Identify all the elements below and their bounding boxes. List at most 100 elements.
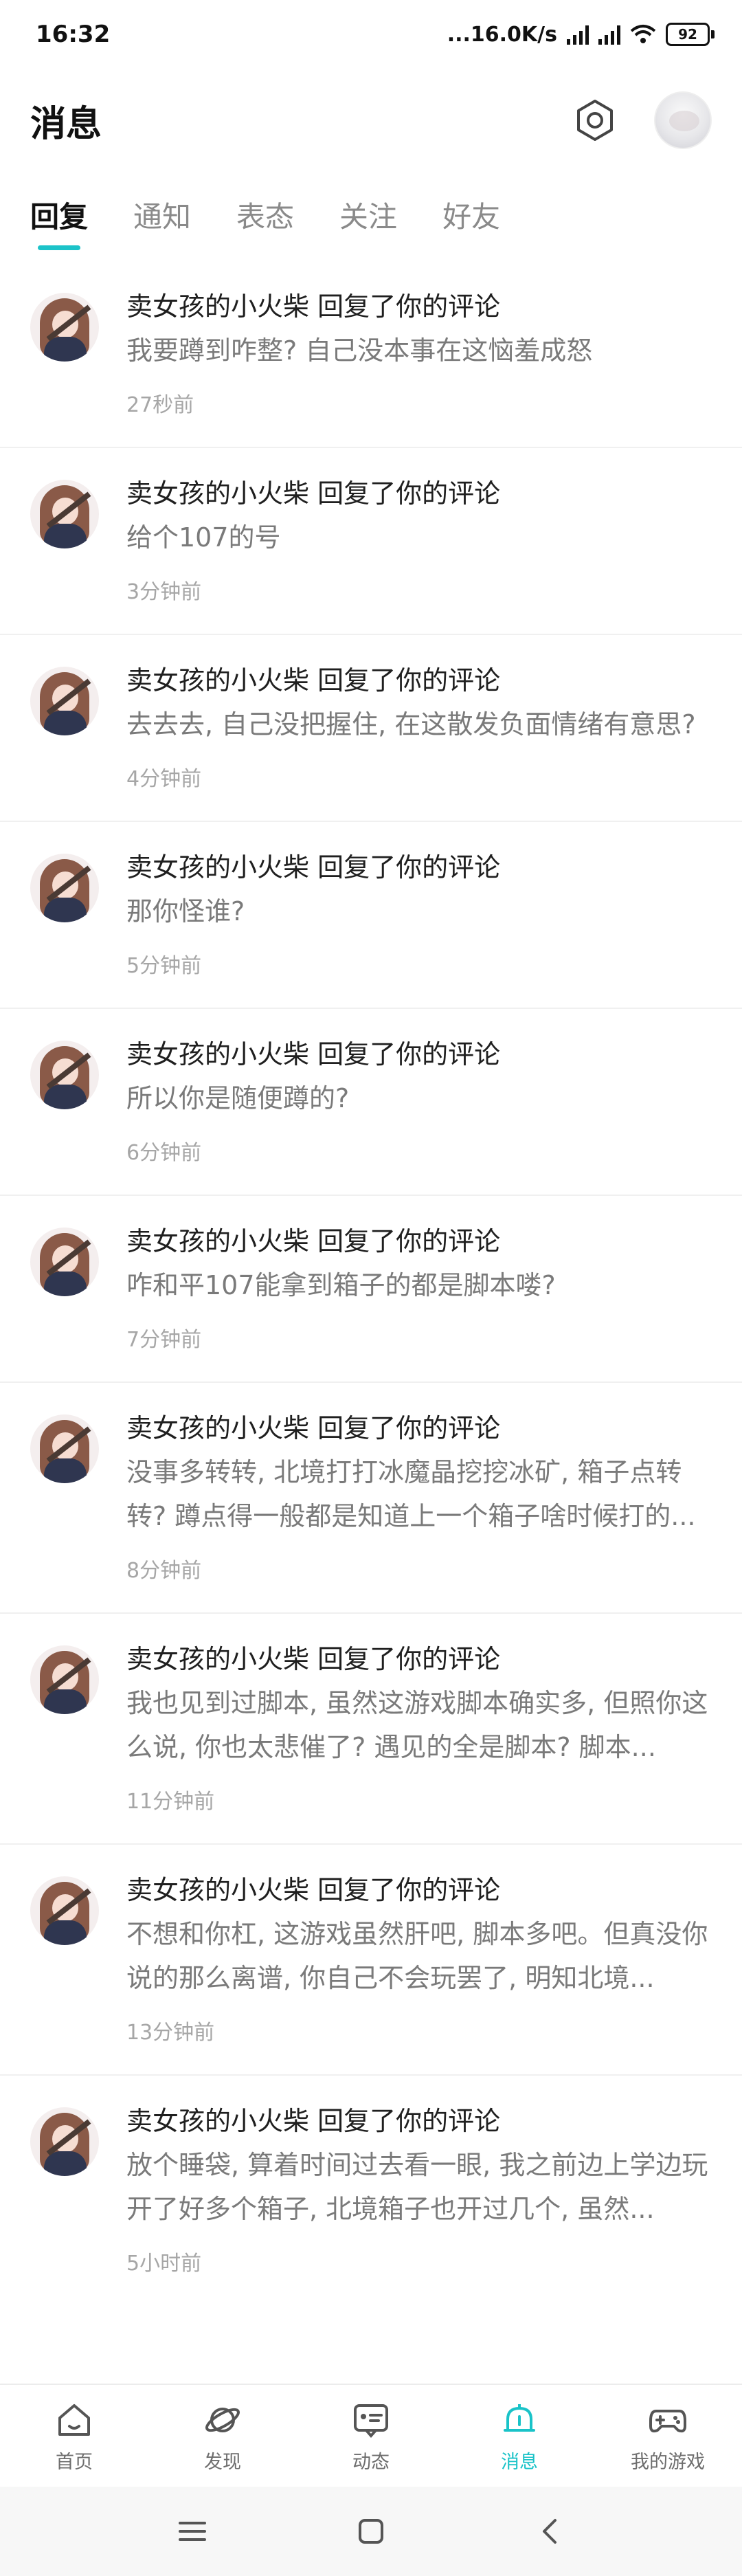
- message-title: 卖女孩的小火柴 回复了你的评论: [126, 1036, 712, 1072]
- list-item[interactable]: 卖女孩的小火柴 回复了你的评论 所以你是随便蹲的? 6分钟前: [0, 1009, 742, 1196]
- bell-icon: [498, 2399, 541, 2441]
- nav-label: 发现: [204, 2451, 241, 2473]
- nav-label: 消息: [501, 2451, 538, 2473]
- tab-reply[interactable]: 回复: [30, 186, 88, 254]
- menu-button[interactable]: [172, 2511, 213, 2552]
- message-action: 回复了你的评论: [317, 291, 501, 322]
- home-button[interactable]: [350, 2511, 392, 2552]
- tab-notice[interactable]: 通知: [133, 186, 191, 254]
- message-user[interactable]: 卖女孩的小火柴: [126, 291, 309, 322]
- message-text: 没事多转转, 北境打打冰魔晶挖挖冰矿, 箱子点转转? 蹲点得一般都是知道上一个箱…: [126, 1457, 696, 1531]
- avatar[interactable]: [30, 1645, 99, 1714]
- nav-label: 我的游戏: [631, 2451, 705, 2473]
- message-text: 放个睡袋, 算着时间过去看一眼, 我之前边上学边玩开了好多个箱子, 北境箱子也开…: [126, 2150, 708, 2224]
- avatar[interactable]: [30, 480, 99, 548]
- message-time: 27秒前: [126, 393, 194, 417]
- list-item[interactable]: 卖女孩的小火柴 回复了你的评论 我也见到过脚本, 虽然这游戏脚本确实多, 但照你…: [0, 1614, 742, 1845]
- message-list: 卖女孩的小火柴 回复了你的评论 我要蹲到咋整? 自己没本事在这恼羞成怒 27秒前…: [0, 261, 742, 2305]
- message-title: 卖女孩的小火柴 回复了你的评论: [126, 1223, 712, 1259]
- battery-level: 92: [666, 23, 710, 46]
- list-item[interactable]: 卖女孩的小火柴 回复了你的评论 咋和平107能拿到箱子的都是脚本喽? 7分钟前: [0, 1196, 742, 1383]
- list-item[interactable]: 卖女孩的小火柴 回复了你的评论 那你怪谁? 5分钟前: [0, 822, 742, 1009]
- message-action: 回复了你的评论: [317, 665, 501, 696]
- message-title: 卖女孩的小火柴 回复了你的评论: [126, 850, 712, 885]
- message-user[interactable]: 卖女孩的小火柴: [126, 2106, 309, 2136]
- message-action: 回复了你的评论: [317, 1875, 501, 1905]
- message-action: 回复了你的评论: [317, 1644, 501, 1674]
- message-time: 8分钟前: [126, 1559, 202, 1583]
- message-user[interactable]: 卖女孩的小火柴: [126, 852, 309, 882]
- message-action: 回复了你的评论: [317, 1226, 501, 1256]
- avatar[interactable]: [30, 293, 99, 362]
- status-time: 16:32: [36, 21, 111, 48]
- feed-icon: [350, 2399, 392, 2441]
- message-title: 卖女孩的小火柴 回复了你的评论: [126, 289, 712, 324]
- message-time: 3分钟前: [126, 580, 202, 604]
- message-user[interactable]: 卖女孩的小火柴: [126, 1413, 309, 1443]
- nav-feed[interactable]: 动态: [297, 2385, 445, 2487]
- list-item[interactable]: 卖女孩的小火柴 回复了你的评论 给个107的号 3分钟前: [0, 448, 742, 635]
- list-item[interactable]: 卖女孩的小火柴 回复了你的评论 放个睡袋, 算着时间过去看一眼, 我之前边上学边…: [0, 2076, 742, 2305]
- tab-follow[interactable]: 关注: [339, 186, 397, 254]
- message-time: 5小时前: [126, 2252, 202, 2276]
- message-time: 4分钟前: [126, 767, 202, 791]
- avatar[interactable]: [30, 2107, 99, 2176]
- nav-messages[interactable]: 消息: [445, 2385, 594, 2487]
- message-text: 我也见到过脚本, 虽然这游戏脚本确实多, 但照你这么说, 你也太悲催了? 遇见的…: [126, 1688, 708, 1762]
- message-time: 5分钟前: [126, 954, 202, 978]
- avatar[interactable]: [30, 1414, 99, 1483]
- nav-label: 首页: [56, 2451, 93, 2473]
- message-title: 卖女孩的小火柴 回复了你的评论: [126, 1410, 712, 1446]
- header-actions: [570, 91, 712, 149]
- message-action: 回复了你的评论: [317, 1413, 501, 1443]
- message-text: 不想和你杠, 这游戏虽然肝吧, 脚本多吧。但真没你说的那么离谱, 你自己不会玩罢…: [126, 1919, 708, 1993]
- tab-friends[interactable]: 好友: [442, 186, 500, 254]
- settings-button[interactable]: [570, 96, 620, 145]
- message-text: 给个107的号: [126, 522, 281, 553]
- message-text: 我要蹲到咋整? 自己没本事在这恼羞成怒: [126, 335, 593, 366]
- avatar[interactable]: [30, 854, 99, 922]
- message-user[interactable]: 卖女孩的小火柴: [126, 1875, 309, 1905]
- message-user[interactable]: 卖女孩的小火柴: [126, 478, 309, 509]
- message-text: 所以你是随便蹲的?: [126, 1083, 350, 1113]
- list-item[interactable]: 卖女孩的小火柴 回复了你的评论 去去去, 自己没把握住, 在这散发负面情绪有意思…: [0, 635, 742, 822]
- message-title: 卖女孩的小火柴 回复了你的评论: [126, 1872, 712, 1908]
- avatar[interactable]: [30, 1876, 99, 1945]
- message-action: 回复了你的评论: [317, 852, 501, 882]
- message-tabs: 回复 通知 表态 关注 好友: [0, 186, 742, 261]
- avatar[interactable]: [30, 1228, 99, 1296]
- back-icon: [543, 2519, 556, 2544]
- message-text: 那你怪谁?: [126, 896, 245, 926]
- nav-my-games[interactable]: 我的游戏: [594, 2385, 742, 2487]
- message-time: 6分钟前: [126, 1141, 202, 1165]
- list-item[interactable]: 卖女孩的小火柴 回复了你的评论 不想和你杠, 这游戏虽然肝吧, 脚本多吧。但真没…: [0, 1845, 742, 2076]
- message-action: 回复了你的评论: [317, 2106, 501, 2136]
- status-bar: 16:32 ...16.0K/s 92: [0, 0, 742, 69]
- page-title: 消息: [30, 103, 102, 145]
- square-icon: [359, 2519, 383, 2544]
- back-button[interactable]: [529, 2511, 570, 2552]
- nav-discover[interactable]: 发现: [148, 2385, 297, 2487]
- battery-icon: 92: [666, 23, 715, 46]
- gamepad-icon: [647, 2399, 689, 2441]
- avatar[interactable]: [30, 667, 99, 735]
- message-title: 卖女孩的小火柴 回复了你的评论: [126, 1641, 712, 1677]
- avatar[interactable]: [30, 1041, 99, 1109]
- message-user[interactable]: 卖女孩的小火柴: [126, 1226, 309, 1256]
- message-title: 卖女孩的小火柴 回复了你的评论: [126, 663, 712, 698]
- bottom-nav: 首页 发现 动态 消息 我的游戏: [0, 2384, 742, 2487]
- network-speed: ...16.0K/s: [447, 22, 557, 47]
- message-time: 11分钟前: [126, 1790, 215, 1814]
- user-avatar[interactable]: [654, 91, 712, 149]
- message-user[interactable]: 卖女孩的小火柴: [126, 665, 309, 696]
- tab-reaction[interactable]: 表态: [236, 186, 294, 254]
- wifi-icon: [630, 25, 656, 43]
- list-item[interactable]: 卖女孩的小火柴 回复了你的评论 我要蹲到咋整? 自己没本事在这恼羞成怒 27秒前: [0, 261, 742, 448]
- message-user[interactable]: 卖女孩的小火柴: [126, 1039, 309, 1069]
- menu-icon: [179, 2522, 206, 2541]
- page-header: 消息: [0, 76, 742, 165]
- list-item[interactable]: 卖女孩的小火柴 回复了你的评论 没事多转转, 北境打打冰魔晶挖挖冰矿, 箱子点转…: [0, 1383, 742, 1614]
- nav-home[interactable]: 首页: [0, 2385, 148, 2487]
- system-nav-bar: [0, 2487, 742, 2576]
- message-user[interactable]: 卖女孩的小火柴: [126, 1644, 309, 1674]
